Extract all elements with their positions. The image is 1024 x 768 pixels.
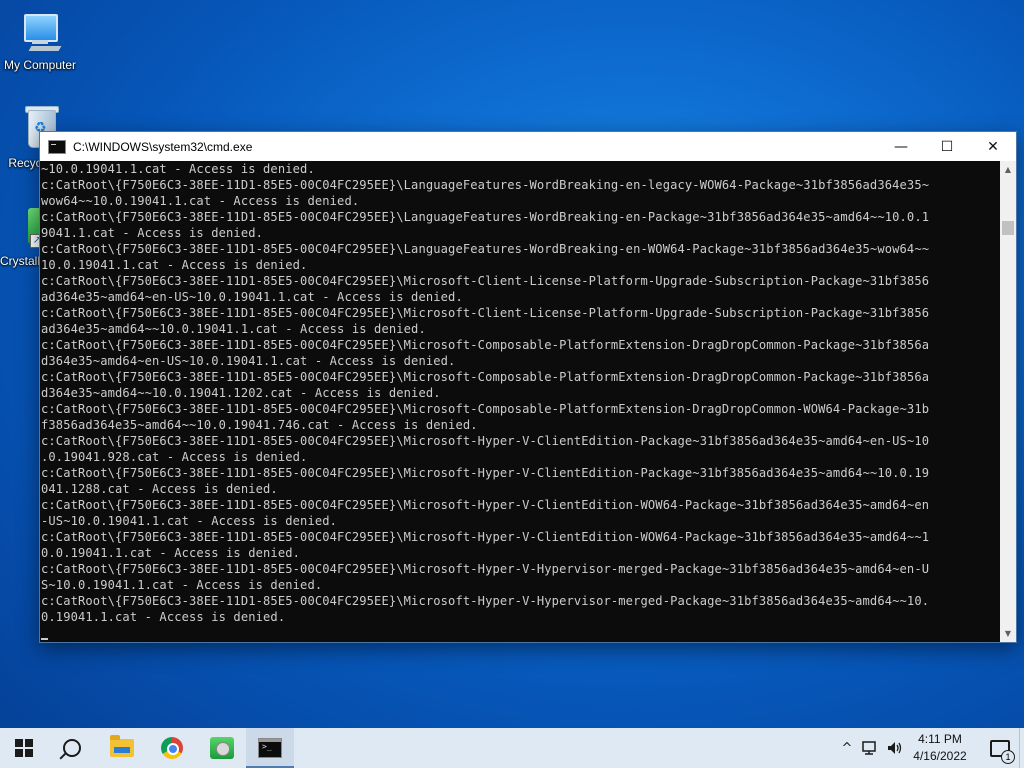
console-line: c:CatRoot\{F750E6C3-38EE-11D1-85E5-00C04… <box>41 274 930 288</box>
show-desktop-button[interactable] <box>1019 728 1024 768</box>
clock-time: 4:11 PM <box>918 732 962 746</box>
console-line: c:CatRoot\{F750E6C3-38EE-11D1-85E5-00C04… <box>41 498 930 512</box>
console-line: wow64~~10.0.19041.1.cat - Access is deni… <box>41 194 360 208</box>
console-line: d364e35~amd64~~10.0.19041.1202.cat - Acc… <box>41 386 441 400</box>
console-line: S~10.0.19041.1.cat - Access is denied. <box>41 578 323 592</box>
console-line: c:CatRoot\{F750E6C3-38EE-11D1-85E5-00C04… <box>41 530 930 544</box>
console-line: c:CatRoot\{F750E6C3-38EE-11D1-85E5-00C04… <box>41 210 930 224</box>
minimize-button[interactable]: — <box>878 132 924 161</box>
console-line: c:CatRoot\{F750E6C3-38EE-11D1-85E5-00C04… <box>41 370 930 384</box>
chrome-icon <box>161 737 183 759</box>
action-center-button[interactable]: 1 <box>982 728 1018 768</box>
console-line: f3856ad364e35~amd64~~10.0.19041.746.cat … <box>41 418 478 432</box>
console-line: .0.19041.928.cat - Access is denied. <box>41 450 308 464</box>
computer-icon <box>16 8 64 56</box>
console-line: c:CatRoot\{F750E6C3-38EE-11D1-85E5-00C04… <box>41 306 930 320</box>
notification-count: 1 <box>1001 749 1015 764</box>
console-line: -US~10.0.19041.1.cat - Access is denied. <box>41 514 338 528</box>
taskbar-file-explorer[interactable] <box>98 728 146 768</box>
console-line: c:CatRoot\{F750E6C3-38EE-11D1-85E5-00C04… <box>41 402 930 416</box>
console-line: c:CatRoot\{F750E6C3-38EE-11D1-85E5-00C04… <box>41 466 930 480</box>
search-button[interactable] <box>48 728 96 768</box>
taskbar-clock[interactable]: 4:11 PM 4/16/2022 <box>900 731 980 765</box>
desktop-icon-my-computer[interactable]: My Computer <box>0 8 80 72</box>
close-button[interactable]: ✕ <box>970 132 1016 161</box>
console-line: 041.1288.cat - Access is denied. <box>41 482 278 496</box>
show-hidden-icons-chevron[interactable]: ^ <box>836 728 858 768</box>
taskbar-cmd[interactable] <box>246 728 294 768</box>
crystaldiskinfo-icon <box>210 737 234 759</box>
start-button[interactable] <box>0 728 48 768</box>
console-line: 0.0.19041.1.cat - Access is denied. <box>41 546 301 560</box>
console-line: c:CatRoot\{F750E6C3-38EE-11D1-85E5-00C04… <box>41 594 930 608</box>
console-line: c:CatRoot\{F750E6C3-38EE-11D1-85E5-00C04… <box>41 178 930 192</box>
cmd-window[interactable]: C:\WINDOWS\system32\cmd.exe — ☐ ✕ ~10.0.… <box>39 131 1017 643</box>
vertical-scrollbar[interactable]: ▲ ▼ <box>1000 161 1016 642</box>
cmd-icon <box>258 738 282 758</box>
search-icon <box>63 739 81 757</box>
desktop-icon-label: My Computer <box>3 58 77 72</box>
windows-logo-icon <box>15 739 33 757</box>
console-output[interactable]: ~10.0.19041.1.cat - Access is denied. c:C… <box>40 161 1000 642</box>
console-line: 9041.1.cat - Access is denied. <box>41 226 264 240</box>
console-line: 0.19041.1.cat - Access is denied. <box>41 610 286 624</box>
console-line: 10.0.19041.1.cat - Access is denied. <box>41 258 308 272</box>
console-line: ad364e35~amd64~en-US~10.0.19041.1.cat - … <box>41 290 463 304</box>
console-line: ad364e35~amd64~~10.0.19041.1.cat - Acces… <box>41 322 426 336</box>
console-line: c:CatRoot\{F750E6C3-38EE-11D1-85E5-00C04… <box>41 242 930 256</box>
console-line: ~10.0.19041.1.cat - Access is denied. <box>41 162 315 176</box>
console-line: d364e35~amd64~en-US~10.0.19041.1.cat - A… <box>41 354 456 368</box>
title-bar[interactable]: C:\WINDOWS\system32\cmd.exe — ☐ ✕ <box>40 132 1016 161</box>
notification-icon: 1 <box>990 739 1015 764</box>
folder-icon <box>110 735 134 757</box>
clock-date: 4/16/2022 <box>913 749 967 763</box>
taskbar: ^ 4:11 PM 4/16/2022 1 <box>0 728 1024 768</box>
console-line: c:CatRoot\{F750E6C3-38EE-11D1-85E5-00C04… <box>41 338 930 352</box>
console-line: c:CatRoot\{F750E6C3-38EE-11D1-85E5-00C04… <box>41 434 930 448</box>
network-icon[interactable] <box>858 728 884 768</box>
text-cursor <box>41 638 48 640</box>
scroll-down-arrow-icon[interactable]: ▼ <box>1000 625 1016 642</box>
console-line: c:CatRoot\{F750E6C3-38EE-11D1-85E5-00C04… <box>41 562 930 576</box>
scroll-up-arrow-icon[interactable]: ▲ <box>1000 161 1016 178</box>
taskbar-crystaldiskinfo[interactable] <box>198 728 246 768</box>
window-title: C:\WINDOWS\system32\cmd.exe <box>73 139 253 154</box>
scrollbar-thumb[interactable] <box>1002 221 1014 235</box>
maximize-button[interactable]: ☐ <box>924 132 970 161</box>
taskbar-chrome[interactable] <box>148 728 196 768</box>
cmd-icon <box>48 139 66 154</box>
